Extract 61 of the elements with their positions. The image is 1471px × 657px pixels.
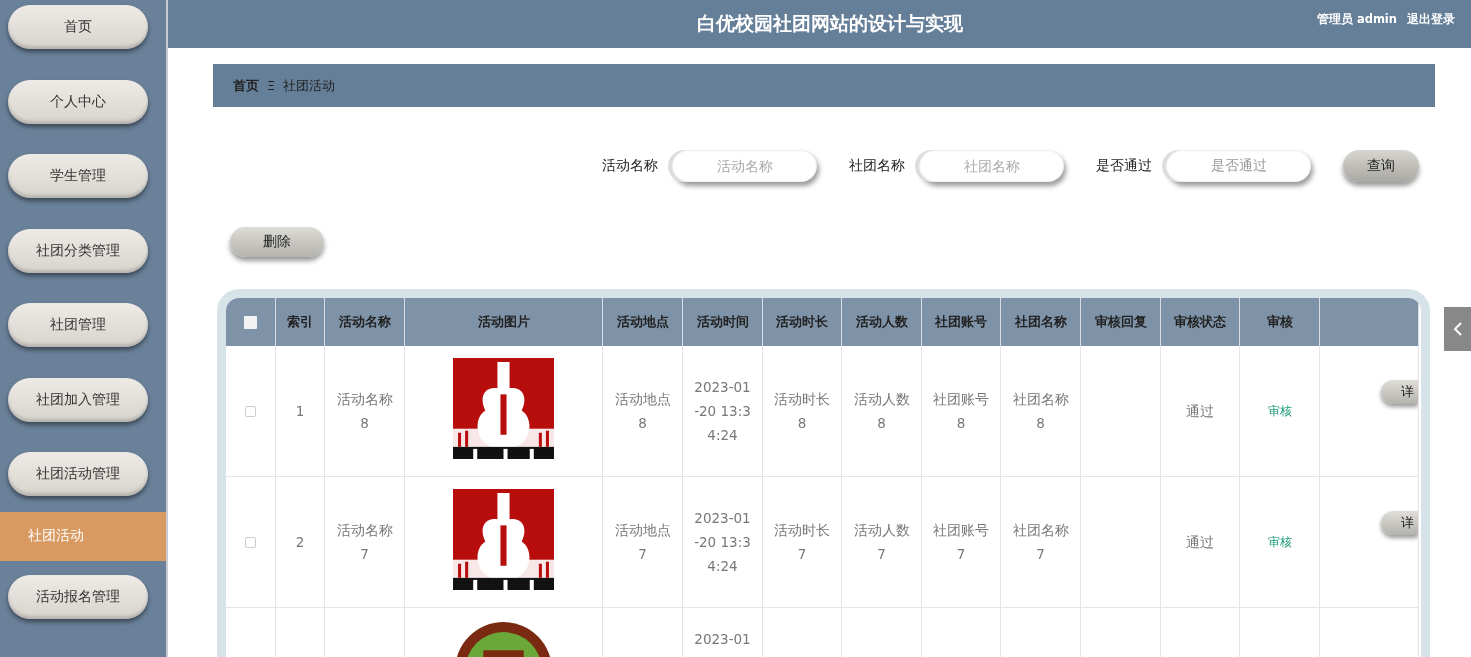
sidebar-item[interactable]: 活动报名管理 [8, 574, 148, 619]
column-header: 审核回复 [1081, 298, 1161, 346]
table-cell: 2 [276, 477, 325, 608]
sidebar-item[interactable]: 社团加入管理 [8, 377, 148, 422]
user-label: 管理员 admin [1316, 12, 1397, 27]
column-header: 社团名称 [1001, 298, 1081, 346]
breadcrumb-separator: Ξ [267, 78, 276, 93]
table-cell: 活动名称8 [325, 346, 405, 477]
sidebar-item[interactable]: 社团管理 [8, 303, 148, 347]
collapse-tab[interactable] [1444, 307, 1471, 351]
sidebar-item[interactable]: 个人中心 [8, 79, 148, 124]
search-field[interactable]: 社团名称 [919, 150, 1064, 182]
field-label: 社团名称 [849, 157, 905, 175]
delete-button[interactable]: 删除 [230, 227, 324, 257]
column-header: 活动名称 [325, 298, 405, 346]
site-title: 白优校园社团网站的设计与实现 [696, 12, 963, 34]
sidebar-item[interactable]: 首页 [8, 5, 148, 49]
table-cell: 2023-01-20 13:34:24 [683, 346, 763, 477]
column-header: 活动时间 [683, 298, 763, 346]
table-cell: 社团账号7 [922, 477, 1001, 608]
row-checkbox[interactable] [245, 405, 256, 417]
column-header: 活动人数 [842, 298, 922, 346]
sidebar-item[interactable]: 社团活动管理 [8, 452, 148, 496]
search-field[interactable]: 活动名称 [672, 150, 817, 182]
column-header: 审核 [1240, 298, 1320, 346]
table-cell: 活动人数8 [842, 346, 922, 477]
field-label: 活动名称 [602, 157, 658, 175]
table-cell: 活动人数7 [842, 477, 922, 608]
chevron-left-icon [1452, 321, 1463, 337]
table-cell: 社团名称7 [1001, 477, 1081, 608]
column-header: 活动时长 [763, 298, 842, 346]
logout-link[interactable]: 退出登录 [1407, 12, 1455, 27]
column-header: 社团账号 [922, 298, 1001, 346]
table-cell: 活动地点8 [603, 346, 683, 477]
table-cell: 2023-01-20 13:34:24 [683, 477, 763, 608]
table-cell: 社团账号8 [922, 346, 1001, 477]
table-cell: 活动时长7 [763, 477, 842, 608]
table-cell: 活动地点7 [603, 477, 683, 608]
column-header: 活动图片 [405, 298, 603, 346]
detail-button[interactable]: 详 [1381, 511, 1418, 535]
table-cell: 活动名称7 [325, 477, 405, 608]
query-button[interactable]: 查询 [1343, 150, 1419, 182]
review-link[interactable]: 审核 [1267, 530, 1292, 554]
sidebar-item[interactable]: 社团分类管理 [8, 228, 148, 273]
column-header: 活动地点 [603, 298, 683, 346]
table-cell: 2023-01 [683, 608, 763, 657]
field-label: 是否通过 [1096, 157, 1152, 175]
table-cell: 通过 [1161, 346, 1240, 477]
column-header: 审核状态 [1161, 298, 1240, 346]
sidebar-item[interactable]: 学生管理 [8, 154, 148, 198]
row-checkbox[interactable] [245, 536, 256, 548]
table-cell: 社团名称8 [1001, 346, 1081, 477]
detail-button[interactable]: 详 [1381, 380, 1418, 404]
table-cell: 1 [276, 346, 325, 477]
review-link[interactable]: 审核 [1267, 399, 1292, 423]
breadcrumb-current: 社团活动 [283, 76, 336, 95]
table-cell: 活动时长8 [763, 346, 842, 477]
select-all-checkbox[interactable] [244, 315, 257, 329]
breadcrumb-home[interactable]: 首页 [233, 76, 259, 95]
column-header: 索引 [276, 298, 325, 346]
table-cell: 通过 [1161, 477, 1240, 608]
